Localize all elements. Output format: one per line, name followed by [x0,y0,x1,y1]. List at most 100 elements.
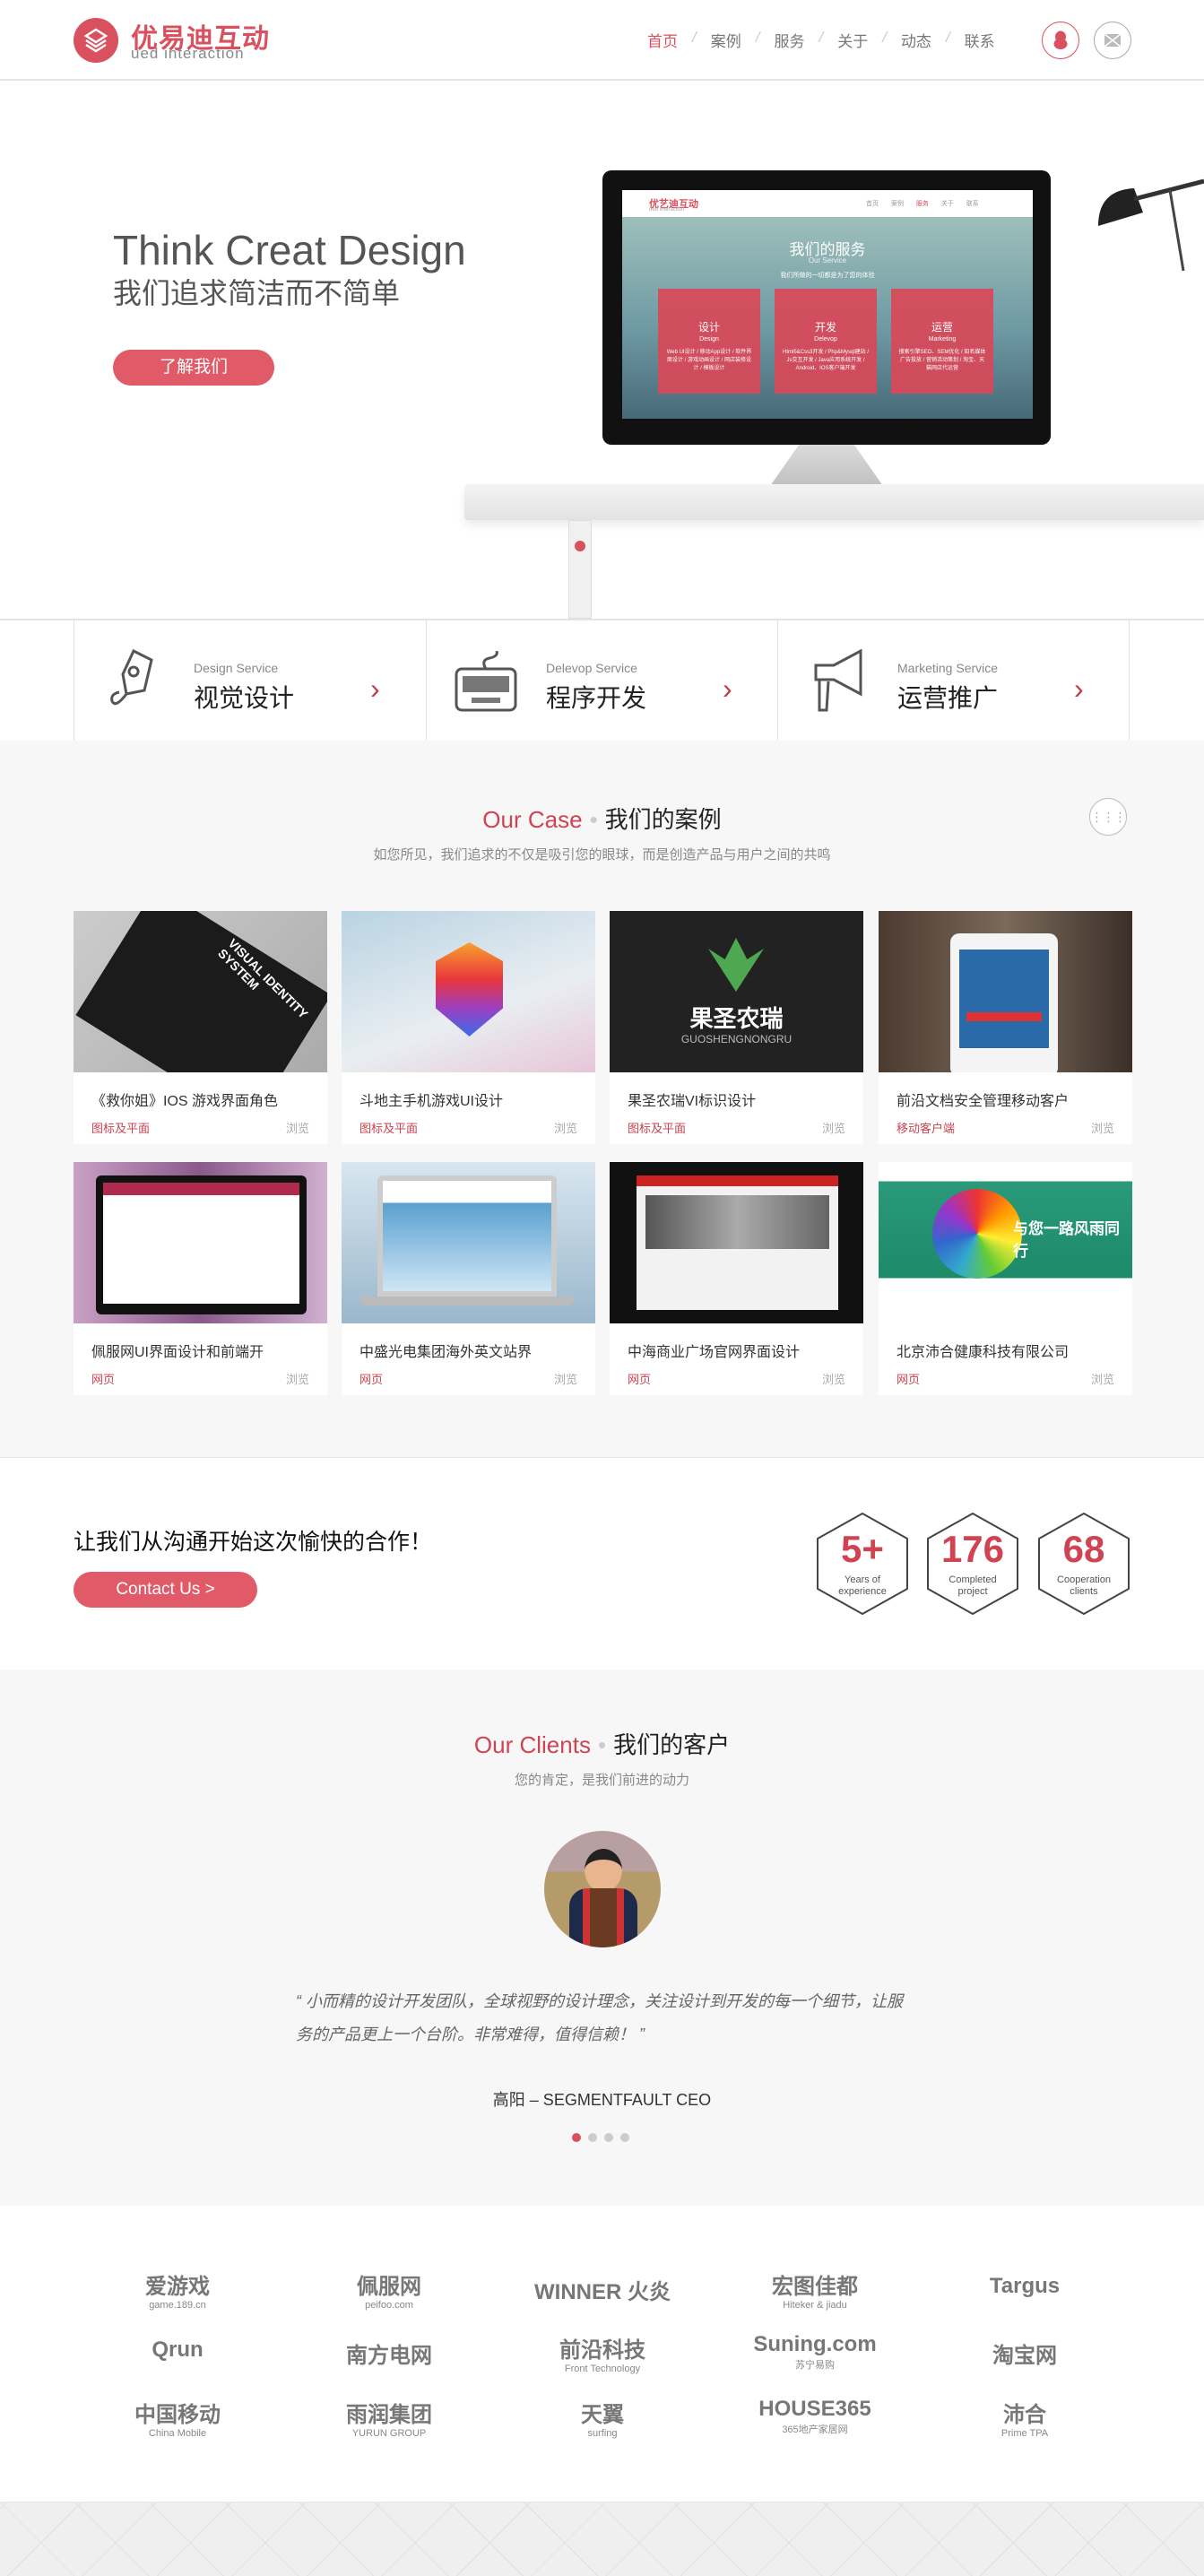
browse-link[interactable]: 浏览 [286,1119,309,1136]
case-card[interactable]: 前沿文档安全管理移动客户 移动客户端 浏览 [879,911,1132,1144]
about-us-button[interactable]: 了解我们 [113,350,274,386]
mail-button[interactable] [1094,22,1131,59]
browse-link[interactable]: 浏览 [822,1119,845,1136]
nav-separator: / [692,29,697,46]
services-strip: Design Service 视觉设计 › Delevop Service 程序… [0,619,1204,742]
case-title: 中盛光电集团海外英文站界 [359,1345,533,1360]
case-category[interactable]: 图标及平面 [628,1119,686,1136]
footer-pattern [0,2502,1204,2576]
keyboard-icon [455,651,517,712]
carousel-dot-active[interactable] [572,2133,581,2142]
carousel-dot[interactable] [604,2133,613,2142]
nav-about[interactable]: 关于 [837,29,868,51]
service-en-label: Delevop Service [546,661,637,675]
case-card[interactable]: 果圣农瑞 GUOSHENGNONGRU 果圣农瑞VI标识设计 图标及平面 浏览 [610,911,863,1144]
carousel-dot[interactable] [588,2133,597,2142]
hero-title: Think Creat Design [113,227,466,273]
browse-link[interactable]: 浏览 [554,1370,577,1387]
qq-button[interactable] [1042,22,1079,59]
case-category[interactable]: 网页 [897,1370,920,1387]
service-en-label: Marketing Service [897,661,999,675]
case-image: VISUAL IDENTITY SYSTEM [74,911,327,1072]
contact-us-button[interactable]: Contact Us > [74,1572,257,1608]
browse-link[interactable]: 浏览 [554,1119,577,1136]
screen-title-en: Our Service [808,256,847,265]
screen-nav: 首页 案例 服务 关于 联系 [866,201,979,207]
browse-link[interactable]: 浏览 [286,1370,309,1387]
client-logo: Targus [989,2274,1061,2298]
case-image: 果圣农瑞 GUOSHENGNONGRU [610,911,863,1072]
case-card[interactable]: 中海商业广场官网界面设计 网页 浏览 [610,1162,863,1395]
client-logo: 沛合 Prime TPA [1000,2403,1049,2439]
clients-section: Our Clients • 我们的客户 您的肯定，是我们前进的动力 “ 小而精的设计… [0,1670,1204,2206]
case-category[interactable]: 网页 [359,1370,383,1387]
pen-icon [110,648,153,706]
nav-separator: / [819,29,824,46]
chevron-right-icon: › [370,672,380,705]
carousel-dot[interactable] [620,2133,629,2142]
client-avatar [544,1831,661,1947]
case-image [342,1162,595,1323]
clients-title: Our Clients • 我们的客户 [473,1731,731,1758]
testimonial-author: 高阳 – SEGMENTFAULT CEO [492,2091,712,2109]
screen-card-marketing: 运营 Marketing 搜索引擎SEO、SEM优化 / 知名媒体广告投放 / 营销… [891,289,993,394]
desk-image [464,484,1204,520]
case-category[interactable]: 图标及平面 [91,1119,150,1136]
service-design[interactable]: Design Service 视觉设计 › [74,620,426,742]
client-logo: Qrun [152,2337,204,2362]
logo-icon[interactable] [74,18,118,63]
grid-view-button[interactable]: ⋮⋮⋮ [1089,798,1127,836]
stat-projects: 176 Completed project [926,1512,1019,1616]
header: 优易迪互动 ued interaction 首页 / 案例 / 服务 / 关于 / 动态… [0,0,1204,81]
stat-clients: 68 Cooperation clients [1037,1512,1130,1616]
mail-icon [1104,33,1122,48]
megaphone-icon [814,649,862,712]
client-logo: 天翼 surfing [581,2403,624,2439]
browse-link[interactable]: 浏览 [1091,1370,1114,1387]
case-card[interactable]: 斗地主手机游戏UI设计 图标及平面 浏览 [342,911,595,1144]
case-category[interactable]: 网页 [628,1370,651,1387]
case-card[interactable]: 中盛光电集团海外英文站界 网页 浏览 [342,1162,595,1395]
qq-icon [1053,30,1068,49]
case-image [342,911,595,1072]
chevron-right-icon: › [1074,672,1084,705]
case-title: 中海商业广场官网界面设计 [628,1345,801,1360]
service-develop[interactable]: Delevop Service 程序开发 › [426,620,778,742]
case-title: 前沿文档安全管理移动客户 [897,1094,1070,1109]
nav-services[interactable]: 服务 [774,29,804,51]
service-cn-label: 运营推广 [897,684,999,712]
service-cn-label: 视觉设计 [194,684,295,712]
cases-title: Our Case • 我们的案例 [482,806,722,833]
case-card[interactable]: 佩服网UI界面设计和前端开 网页 浏览 [74,1162,327,1395]
case-title: 斗地主手机游戏UI设计 [359,1094,504,1109]
desk-dot [575,541,585,551]
case-card[interactable]: 与您一路风雨同行 北京沛合健康科技有限公司 网页 浏览 [879,1162,1132,1395]
browse-link[interactable]: 浏览 [1091,1119,1114,1136]
hero-banner: Think Creat Design 我们追求简洁而不简单 了解我们 优艺迪互动… [0,82,1204,619]
browse-link[interactable]: 浏览 [822,1370,845,1387]
case-card[interactable]: VISUAL IDENTITY SYSTEM 《救你姐》IOS 游戏界面角色 图标及… [74,911,327,1144]
client-logo: 佩服网 peifoo.com [357,2275,421,2311]
nav-cases[interactable]: 案例 [711,29,741,51]
stat-years: 5+ Years of experience [816,1512,909,1616]
desk-lamp-icon [1098,178,1204,272]
nav-contact[interactable]: 联系 [965,29,995,51]
logo-subtext: ued interaction [131,45,245,62]
nav-home[interactable]: 首页 [647,29,678,51]
case-category[interactable]: 网页 [91,1370,115,1387]
case-category[interactable]: 图标及平面 [359,1119,418,1136]
case-category[interactable]: 移动客户端 [897,1119,955,1136]
nav-separator: / [882,29,887,46]
service-cn-label: 程序开发 [546,684,647,712]
client-logo: 爱游戏 game.189.cn [145,2275,210,2311]
screen-card-develop: 开发 Delevop Html5&Css3开发 / Php&Mysql建站 / Js… [775,289,877,394]
service-marketing[interactable]: Marketing Service 运营推广 › [777,620,1130,742]
client-logo: 淘宝网 [992,2344,1057,2368]
nav-news[interactable]: 动态 [901,29,931,51]
nav-separator: / [755,29,760,46]
case-title: 佩服网UI界面设计和前端开 [91,1345,264,1360]
grid-dots-icon: ⋮⋮⋮ [1090,810,1127,824]
screen-tagline: 我们所做的一切都是为了您的体验 [780,273,875,279]
carousel-dots [572,2133,629,2142]
client-logo: Suning.com 苏宁易购 [753,2332,877,2371]
